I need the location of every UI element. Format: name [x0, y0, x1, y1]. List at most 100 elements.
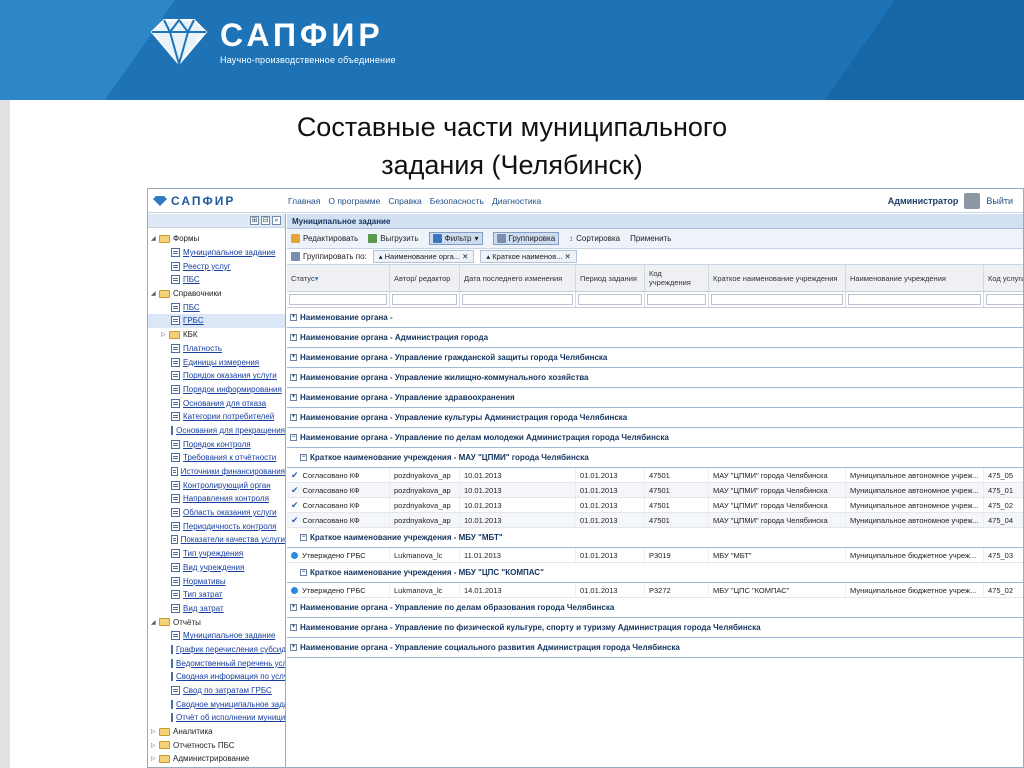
group-header-organ[interactable]: + Наименование органа - Управление по дел… [287, 598, 1023, 618]
table-row[interactable]: ✔ Согласовано КФ pozdnyakova_ap 10.01.2013 0… [287, 468, 1023, 483]
tree-item[interactable]: Источники финансирования [148, 465, 285, 479]
column-header[interactable]: Статус ▾ [287, 265, 390, 291]
expand-icon[interactable]: + [290, 314, 297, 321]
tree-item[interactable]: Реестр услуг [148, 259, 285, 273]
group-header-institution[interactable]: − Краткое наименование учреждения - МБУ "… [287, 528, 1023, 548]
group-header-organ[interactable]: + Наименование органа - Управление по физ… [287, 618, 1023, 638]
expand-all-icon[interactable]: ⊞ [250, 216, 259, 225]
table-row[interactable]: ✔ Согласовано КФ pozdnyakova_ap 10.01.2013 0… [287, 498, 1023, 513]
column-header[interactable]: Период задания [576, 265, 645, 291]
expand-arrow-icon[interactable]: ◢ [151, 290, 159, 297]
column-header[interactable]: Краткое наименование учреждения [709, 265, 846, 291]
tree-item[interactable]: Основания для прекращения [148, 424, 285, 438]
column-filter-input[interactable] [390, 292, 460, 307]
collapse-all-icon[interactable]: ⊟ [261, 216, 270, 225]
table-row[interactable]: ✔ Согласовано КФ pozdnyakova_ap 10.01.2013 0… [287, 483, 1023, 498]
expand-icon[interactable]: + [290, 334, 297, 341]
collapse-icon[interactable]: − [300, 569, 307, 576]
tree-item[interactable]: ▷ Отчетность ПБС [148, 738, 285, 752]
column-filter-input[interactable] [709, 292, 846, 307]
expand-arrow-icon[interactable]: ▷ [151, 755, 159, 762]
tree-item[interactable]: Категории потребителей [148, 410, 285, 424]
tree-item[interactable]: Вид затрат [148, 602, 285, 616]
column-filter-input[interactable] [460, 292, 576, 307]
menu-diagnostics[interactable]: Диагностика [492, 196, 541, 206]
expand-arrow-icon[interactable]: ▷ [161, 331, 169, 338]
group-header-organ[interactable]: + Наименование органа - Управление жилищн… [287, 368, 1023, 388]
collapse-icon[interactable]: − [300, 454, 307, 461]
tree-item[interactable]: Отчёт об исполнении муниципального [148, 711, 285, 725]
group-header-organ[interactable]: − Наименование органа - Управление по дел… [287, 428, 1023, 448]
menu-home[interactable]: Главная [288, 196, 320, 206]
tree-item[interactable]: Направления контроля [148, 492, 285, 506]
tree-item[interactable]: Требования к отчётности [148, 451, 285, 465]
column-header[interactable]: Код учреждения [645, 265, 709, 291]
expand-arrow-icon[interactable]: ◢ [151, 619, 159, 626]
group-header-institution[interactable]: − Краткое наименование учреждения - МАУ "… [287, 448, 1023, 468]
column-header[interactable]: Наименование учреждения [846, 265, 984, 291]
group-button[interactable]: Группировка [492, 232, 560, 245]
column-header[interactable]: Автор/ редактор [390, 265, 460, 291]
tree-item[interactable]: Порядок контроля [148, 437, 285, 451]
column-filter-input[interactable] [984, 292, 1023, 307]
tree-item[interactable]: Платность [148, 342, 285, 356]
group-header-organ[interactable]: + Наименование органа - Управление социал… [287, 638, 1023, 658]
group-header-organ[interactable]: + Наименование органа - [287, 308, 1023, 328]
group-header-organ[interactable]: + Наименование органа - Управление здраво… [287, 388, 1023, 408]
expand-icon[interactable]: + [290, 414, 297, 421]
edit-button[interactable]: Редактировать [291, 234, 358, 243]
logout-link[interactable]: Выйти [986, 196, 1013, 206]
expand-icon[interactable]: + [290, 644, 297, 651]
tree-item[interactable]: Свод по затратам ГРБС [148, 684, 285, 698]
tree-item[interactable]: Показатели качества услуги [148, 533, 285, 547]
group-header-organ[interactable]: + Наименование органа - Управление культу… [287, 408, 1023, 428]
expand-icon[interactable]: + [290, 624, 297, 631]
expand-arrow-icon[interactable]: ▷ [151, 728, 159, 735]
column-header[interactable]: Код услуги [984, 265, 1023, 291]
group-chip-short-name[interactable]: ▴ Краткое наименов... ✕ [480, 250, 577, 263]
expand-icon[interactable]: + [290, 354, 297, 361]
tree-item[interactable]: Сводная информация по услугам [148, 670, 285, 684]
tree-item[interactable]: Муниципальное задание [148, 629, 285, 643]
expand-arrow-icon[interactable]: ▷ [151, 742, 159, 749]
menu-security[interactable]: Безопасность [430, 196, 484, 206]
tree-item[interactable]: Нормативы [148, 574, 285, 588]
app-logo[interactable]: САПФИР [148, 194, 288, 208]
expand-icon[interactable]: + [290, 604, 297, 611]
tree-item[interactable]: Тип затрат [148, 588, 285, 602]
tree-item[interactable]: Сводное муниципальное задание [148, 697, 285, 711]
tree-item[interactable]: ◢ Формы [148, 232, 285, 246]
column-header[interactable]: Дата последнего изменения [460, 265, 576, 291]
table-row[interactable]: Утверждено ГРБС Lukmanova_lc 11.01.2013 01.… [287, 548, 1023, 563]
tree-item[interactable]: ГРБС [148, 314, 285, 328]
apply-button[interactable]: Применить [630, 234, 671, 243]
column-filter-input[interactable] [576, 292, 645, 307]
collapse-icon[interactable]: − [300, 534, 307, 541]
tree-item[interactable]: Порядок оказания услуги [148, 369, 285, 383]
table-row[interactable]: Утверждено ГРБС Lukmanova_lc 14.01.2013 01.… [287, 583, 1023, 598]
tree-item[interactable]: Порядок информирования [148, 383, 285, 397]
column-filter-input[interactable] [645, 292, 709, 307]
tree-item[interactable]: Периодичность контроля [148, 519, 285, 533]
tree-item[interactable]: Основания для отказа [148, 396, 285, 410]
sort-button[interactable]: ↕ Сортировка [569, 234, 620, 243]
column-filter-input[interactable] [846, 292, 984, 307]
expand-icon[interactable]: + [290, 394, 297, 401]
group-header-organ[interactable]: + Наименование органа - Управление гражда… [287, 348, 1023, 368]
tree-item[interactable]: Область оказания услуги [148, 506, 285, 520]
group-chip-organ[interactable]: ▴ Наименование орга... ✕ [372, 250, 475, 263]
tree-item[interactable]: Муниципальное задание [148, 246, 285, 260]
expand-icon[interactable]: + [290, 374, 297, 381]
filter-button[interactable]: Фильтр ▾ [428, 232, 483, 245]
tree-item[interactable]: Контролирующий орган [148, 478, 285, 492]
expand-arrow-icon[interactable]: ◢ [151, 235, 159, 242]
export-button[interactable]: Выгрузить [368, 234, 419, 243]
tree-item[interactable]: График перечисления субсидий [148, 643, 285, 657]
tree-item[interactable]: ПБС [148, 273, 285, 287]
tree-item[interactable]: Вид учреждения [148, 561, 285, 575]
tree-item[interactable]: ▷ Администрирование [148, 752, 285, 766]
table-row[interactable]: ✔ Согласовано КФ pozdnyakova_ap 10.01.2013 0… [287, 513, 1023, 528]
collapse-icon[interactable]: − [290, 434, 297, 441]
tree-item[interactable]: Тип учреждения [148, 547, 285, 561]
tree-item[interactable]: ▷ КБК [148, 328, 285, 342]
